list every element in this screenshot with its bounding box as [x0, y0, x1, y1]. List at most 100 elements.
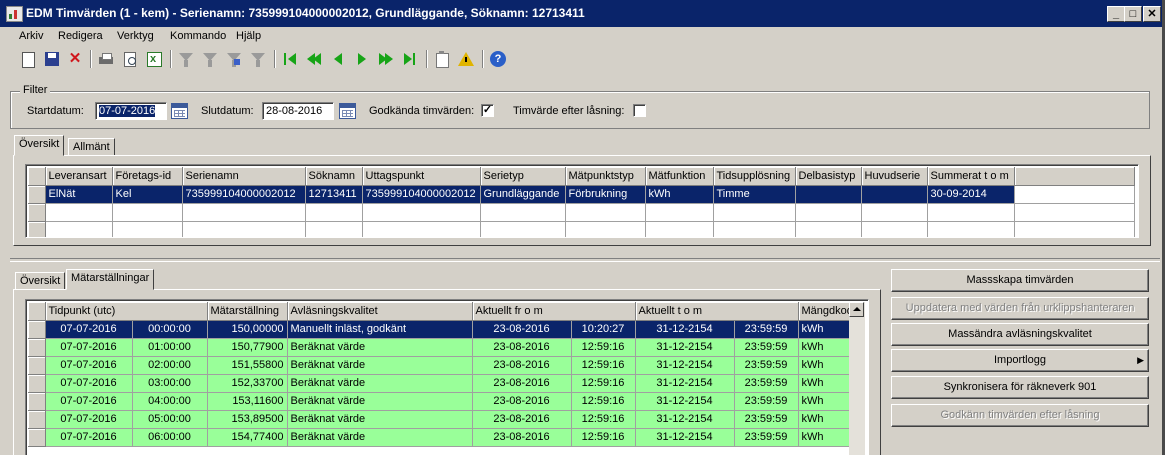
cell[interactable]: 23-08-2016 [472, 392, 572, 411]
sync-counter-button[interactable]: Synkronisera för räkneverk 901 [891, 376, 1149, 399]
column-header[interactable]: Mätfunktion [645, 167, 714, 186]
print-preview-icon[interactable] [122, 51, 138, 67]
cell[interactable]: 12:59:16 [571, 410, 636, 429]
menu-hjalp[interactable]: Hjälp [236, 30, 261, 42]
cell[interactable]: Beräknat värde [287, 392, 473, 411]
cell[interactable]: 150,77900 [207, 338, 288, 357]
column-header[interactable]: Söknamn [305, 167, 363, 186]
column-header[interactable]: Företags-id [112, 167, 183, 186]
cell[interactable]: 06:00:00 [132, 428, 208, 447]
cell[interactable]: 12:59:16 [571, 356, 636, 375]
cell[interactable]: 07-07-2016 [45, 338, 133, 357]
cell[interactable]: 12:59:16 [571, 428, 636, 447]
cell[interactable]: kWh [798, 320, 852, 339]
cell[interactable]: 31-12-2154 [635, 338, 735, 357]
cell[interactable]: Beräknat värde [287, 356, 473, 375]
cell[interactable]: 151,55800 [207, 356, 288, 375]
table-row[interactable]: ElNät Kel 735999104000002012 12713411 73… [28, 185, 1135, 204]
remove-filter-icon[interactable] [250, 51, 266, 67]
cell[interactable]: 23:59:59 [734, 392, 799, 411]
cell[interactable]: 23-08-2016 [472, 374, 572, 393]
first-record-icon[interactable] [282, 51, 298, 67]
cell[interactable] [861, 185, 928, 204]
table-row[interactable]: 07-07-2016 00:00:00 150,00000 Manuellt inlä… [28, 320, 852, 339]
tab-allmant[interactable]: Allmänt [68, 138, 115, 156]
cell[interactable]: 07-07-2016 [45, 410, 133, 429]
cell[interactable]: 23:59:59 [734, 428, 799, 447]
cell[interactable]: kWh [798, 374, 852, 393]
row-header[interactable] [28, 221, 46, 237]
tab-oversikt-bottom[interactable]: Översikt [15, 272, 66, 290]
cell[interactable]: 23-08-2016 [472, 356, 572, 375]
previous-record-icon[interactable] [330, 51, 346, 67]
filter-by-selection-icon[interactable] [202, 51, 218, 67]
column-header[interactable]: Delbasistyp [795, 167, 862, 186]
column-header[interactable]: Aktuellt fr o m [472, 302, 636, 321]
cell[interactable]: kWh [798, 410, 852, 429]
cell[interactable]: 07-07-2016 [45, 428, 133, 447]
cell[interactable]: 12:59:16 [571, 338, 636, 357]
cell[interactable]: 23:59:59 [734, 338, 799, 357]
cell[interactable]: 02:00:00 [132, 356, 208, 375]
cell[interactable]: Grundläggande [480, 185, 566, 204]
row-header[interactable] [28, 392, 46, 411]
row-header[interactable] [28, 203, 46, 222]
cell[interactable]: 23:59:59 [734, 356, 799, 375]
cell[interactable]: 23:59:59 [734, 374, 799, 393]
new-icon[interactable] [20, 51, 36, 68]
column-header[interactable]: Leveransart [45, 167, 113, 186]
cell[interactable]: 10:20:27 [571, 320, 636, 339]
cell[interactable]: 150,00000 [207, 320, 288, 339]
column-header[interactable]: Avläsningskvalitet [287, 302, 473, 321]
close-button[interactable]: ✕ [1143, 6, 1161, 22]
cell[interactable]: Förbrukning [565, 185, 646, 204]
row-header[interactable] [28, 338, 46, 357]
column-header[interactable]: Aktuellt t o m [635, 302, 799, 321]
cell[interactable]: Beräknat värde [287, 338, 473, 357]
last-record-icon[interactable] [402, 51, 418, 67]
cell[interactable]: 07-07-2016 [45, 374, 133, 393]
cell[interactable]: kWh [798, 356, 852, 375]
cell[interactable]: Beräknat värde [287, 428, 473, 447]
cell[interactable]: 23-08-2016 [472, 338, 572, 357]
cell[interactable]: 154,77400 [207, 428, 288, 447]
vertical-scrollbar[interactable] [849, 302, 865, 455]
cell[interactable]: 30-09-2014 [927, 185, 1015, 204]
title-bar[interactable]: EDM Timvärden (1 - kem) - Serienamn: 735… [0, 0, 1162, 27]
table-row[interactable]: 07-07-2016 03:00:00 152,33700 Beräknat värd… [28, 374, 852, 393]
update-from-clipboard-button[interactable]: Uppdatera med värden från urklippshanter… [891, 297, 1149, 320]
mass-create-button[interactable]: Massskapa timvärden [891, 269, 1149, 292]
table-row[interactable]: 07-07-2016 04:00:00 153,11600 Beräknat värd… [28, 392, 852, 411]
menu-arkiv[interactable]: Arkiv [19, 30, 43, 42]
column-header[interactable]: Tidsupplösning [713, 167, 796, 186]
cell[interactable]: 735999104000002012 [182, 185, 306, 204]
series-grid[interactable]: Leveransart Företags-id Serienamn Söknam… [25, 164, 1139, 238]
column-header[interactable]: Huvudserie [861, 167, 928, 186]
minimize-button[interactable]: _ [1107, 6, 1125, 22]
approve-after-lock-button[interactable]: Godkänn timvärden efter låsning [891, 404, 1149, 427]
column-header[interactable]: Serietyp [480, 167, 566, 186]
cell[interactable]: 735999104000002012 [362, 185, 481, 204]
cell[interactable]: 12713411 [305, 185, 363, 204]
print-icon[interactable] [98, 51, 114, 67]
cell[interactable]: Kel [112, 185, 183, 204]
row-header[interactable] [28, 320, 46, 339]
row-header[interactable] [28, 356, 46, 375]
menu-redigera[interactable]: Redigera [58, 30, 103, 42]
cell[interactable]: 12:59:16 [571, 392, 636, 411]
table-row[interactable]: 07-07-2016 06:00:00 154,77400 Beräknat värd… [28, 428, 852, 447]
menu-kommando[interactable]: Kommando [170, 30, 226, 42]
previous-page-icon[interactable] [306, 51, 322, 67]
next-page-icon[interactable] [378, 51, 394, 67]
table-row-empty[interactable] [28, 221, 1135, 237]
cell[interactable]: 07-07-2016 [45, 392, 133, 411]
row-header[interactable] [28, 410, 46, 429]
end-date-input[interactable]: 28-08-2016 [262, 102, 334, 120]
row-header[interactable] [28, 185, 46, 204]
cell[interactable]: 23-08-2016 [472, 320, 572, 339]
readings-grid[interactable]: Tidpunkt (utc) Mätarställning Avläsnings… [25, 299, 869, 455]
clipboard-icon[interactable] [434, 51, 450, 68]
cell[interactable]: 07-07-2016 [45, 320, 133, 339]
column-header[interactable]: Summerat t o m [927, 167, 1015, 186]
after-lock-checkbox[interactable] [633, 104, 646, 117]
